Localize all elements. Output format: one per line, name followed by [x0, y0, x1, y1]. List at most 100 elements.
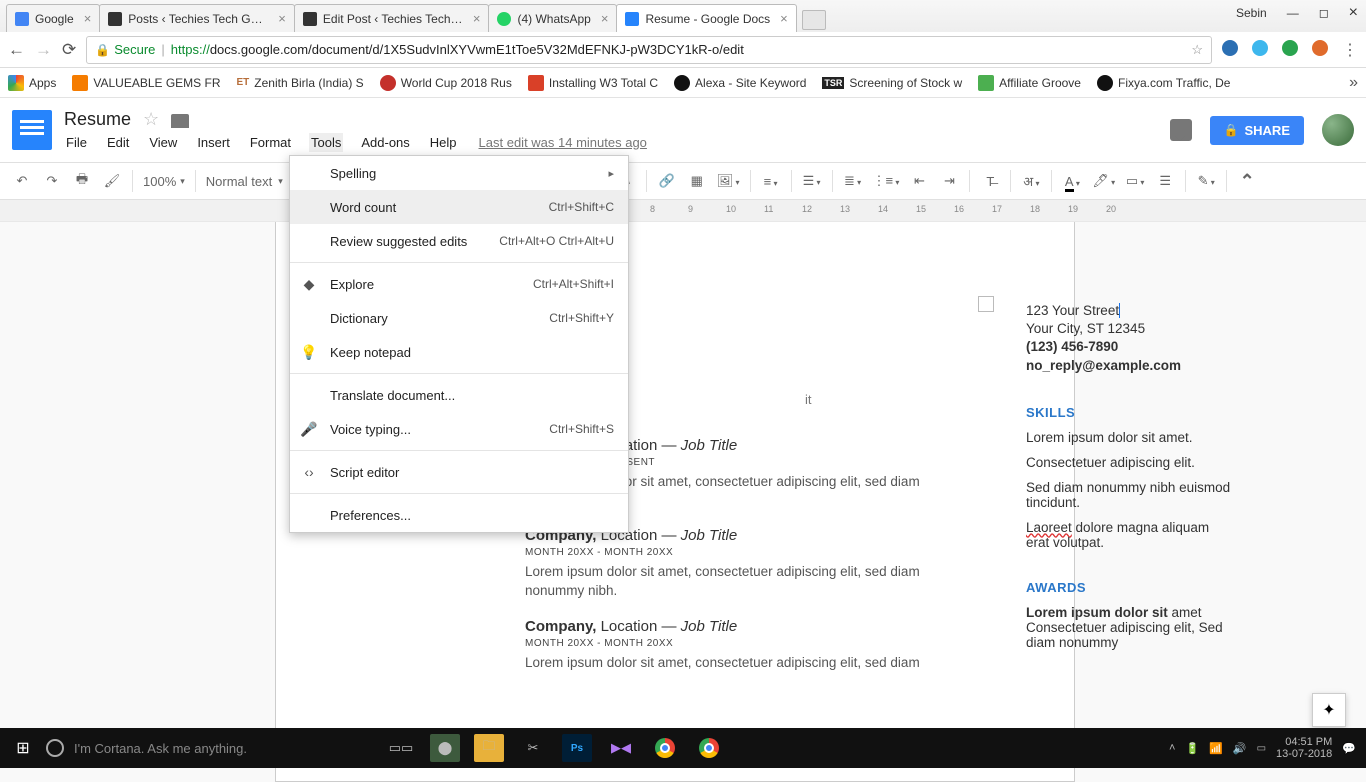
job-entry[interactable]: Company, Location — Job Title MONTH 20XX…	[525, 527, 955, 599]
share-button[interactable]: SHARE	[1210, 116, 1304, 145]
align-icon[interactable]: ≡	[761, 174, 781, 189]
menu-item-script-editor[interactable]: ‹›Script editor	[290, 455, 628, 489]
wifi-icon[interactable]: 📶	[1209, 742, 1223, 755]
menu-item-explore[interactable]: ◆ExploreCtrl+Alt+Shift+I	[290, 267, 628, 301]
bookmark-item[interactable]: Fixya.com Traffic, De	[1097, 75, 1230, 91]
star-icon[interactable]: ☆	[143, 109, 159, 130]
photoshop-icon[interactable]: Ps	[562, 734, 592, 762]
visual-studio-icon[interactable]: ▶◀	[606, 734, 636, 762]
extension-icon[interactable]	[1222, 40, 1238, 56]
bookmark-item[interactable]: Alexa - Site Keyword	[674, 75, 806, 91]
chrome-icon[interactable]	[650, 734, 680, 762]
clear-formatting-icon[interactable]: T̶	[980, 174, 1000, 189]
tab-whatsapp[interactable]: (4) WhatsApp×	[488, 4, 617, 32]
battery-icon[interactable]: 🔋	[1185, 742, 1199, 755]
menu-item-review-edits[interactable]: Review suggested editsCtrl+Alt+O Ctrl+Al…	[290, 224, 628, 258]
menu-tools[interactable]: Tools	[309, 133, 343, 152]
tray-overflow-icon[interactable]: ˄	[1169, 742, 1175, 754]
close-icon[interactable]: ×	[473, 11, 481, 26]
hide-menus-icon[interactable]: ⌃	[1237, 171, 1257, 192]
close-icon[interactable]: ×	[84, 11, 92, 26]
volume-icon[interactable]: 🔊	[1233, 742, 1247, 755]
paint-format-icon[interactable]: 🖌	[102, 173, 122, 189]
bookmark-item[interactable]: TSRScreening of Stock w	[822, 76, 962, 90]
menu-view[interactable]: View	[147, 133, 179, 152]
address-bar[interactable]: Secure | https://docs.google.com/documen…	[86, 36, 1212, 64]
chrome-canary-icon[interactable]	[694, 734, 724, 762]
tab-techies-posts[interactable]: Posts ‹ Techies Tech Guide×	[99, 4, 295, 32]
task-view-icon[interactable]: ▭▭	[386, 734, 416, 762]
document-canvas[interactable]: it Company, Location — Job Title MONTH 2…	[0, 222, 1366, 782]
spelling-error[interactable]: Laoreet	[1026, 520, 1072, 535]
menu-item-voice-typing[interactable]: 🎤Voice typing...Ctrl+Shift+S	[290, 412, 628, 446]
menu-insert[interactable]: Insert	[195, 133, 232, 152]
extension-icon[interactable]	[1252, 40, 1268, 56]
window-close-icon[interactable]: ×	[1349, 4, 1358, 22]
chrome-menu-icon[interactable]: ⋮	[1342, 40, 1358, 60]
insert-link-icon[interactable]: 🔗	[657, 173, 677, 189]
bookmark-item[interactable]: World Cup 2018 Rus	[380, 75, 512, 91]
resume-side-column[interactable]: 123 Your Street Your City, ST 12345 (123…	[1026, 302, 1236, 660]
section-style-dropdown-icon[interactable]	[978, 296, 994, 312]
input-tools-icon[interactable]: अ	[1021, 172, 1041, 190]
account-avatar[interactable]	[1322, 114, 1354, 146]
close-icon[interactable]: ×	[278, 11, 286, 26]
start-button[interactable]: ⊞	[0, 738, 46, 758]
extension-icon[interactable]	[1282, 40, 1298, 56]
app-icon[interactable]: ⬤	[430, 734, 460, 762]
bookmark-item[interactable]: VALUEABLE GEMS FR	[72, 75, 220, 91]
app-icon[interactable]: ✂	[518, 734, 548, 762]
new-tab-button[interactable]	[802, 10, 826, 30]
document-title[interactable]: Resume	[64, 109, 131, 130]
cortana-search[interactable]: I'm Cortana. Ask me anything.	[46, 739, 376, 757]
window-minimize-icon[interactable]: —	[1287, 6, 1299, 20]
menu-item-spelling[interactable]: Spelling▸	[290, 156, 628, 190]
job-entry[interactable]: Company, Location — Job Title MONTH 20XX…	[525, 618, 955, 672]
explore-fab-icon[interactable]: ✦	[1312, 693, 1346, 727]
language-indicator[interactable]: ▭	[1257, 743, 1266, 754]
bookmark-item[interactable]: Affiliate Groove	[978, 75, 1081, 91]
close-icon[interactable]: ×	[601, 11, 609, 26]
file-explorer-icon[interactable]: 🗀	[474, 734, 504, 762]
menu-format[interactable]: Format	[248, 133, 293, 152]
tab-resume-docs[interactable]: Resume - Google Docs×	[616, 4, 796, 32]
paragraph-style-select[interactable]: Normal text	[206, 174, 286, 189]
bookmark-item[interactable]: ETZenith Birla (India) S	[237, 76, 364, 90]
menu-edit[interactable]: Edit	[105, 133, 131, 152]
close-icon[interactable]: ×	[780, 11, 788, 26]
back-button[interactable]: ←	[8, 40, 25, 60]
comments-icon[interactable]	[1170, 119, 1192, 141]
menu-item-preferences[interactable]: Preferences...	[290, 498, 628, 532]
zoom-select[interactable]: 100%	[143, 174, 185, 189]
bookmark-item[interactable]: Installing W3 Total C	[528, 75, 658, 91]
insert-comment-icon[interactable]: ▦	[687, 173, 707, 189]
last-edit-link[interactable]: Last edit was 14 minutes ago	[479, 135, 647, 150]
apps-shortcut[interactable]: Apps	[8, 75, 56, 91]
tab-techies-edit[interactable]: Edit Post ‹ Techies Tech G×	[294, 4, 490, 32]
extension-save-icon[interactable]	[1312, 40, 1328, 56]
menu-item-dictionary[interactable]: DictionaryCtrl+Shift+Y	[290, 301, 628, 335]
border-style-icon[interactable]: ☰	[1155, 173, 1175, 189]
menu-item-word-count[interactable]: Word countCtrl+Shift+C	[290, 190, 628, 224]
menu-item-translate[interactable]: Translate document...	[290, 378, 628, 412]
menu-help[interactable]: Help	[428, 133, 459, 152]
tab-google[interactable]: Google×	[6, 4, 100, 32]
menu-addons[interactable]: Add-ons	[359, 133, 411, 152]
clock[interactable]: 04:51 PM13-07-2018	[1276, 736, 1332, 760]
text-color-icon[interactable]: 🖊	[1092, 173, 1115, 189]
numbered-list-icon[interactable]: ≣	[843, 173, 863, 189]
menu-item-keep-notepad[interactable]: 💡Keep notepad	[290, 335, 628, 369]
insert-image-icon[interactable]: 🖼	[717, 173, 740, 189]
chrome-profile-name[interactable]: Sebin	[1236, 6, 1267, 20]
editing-mode-icon[interactable]: ✎	[1196, 173, 1216, 189]
highlight-icon[interactable]: A	[1062, 174, 1082, 189]
menu-file[interactable]: File	[64, 133, 89, 152]
print-icon[interactable]: 🖶	[72, 170, 92, 192]
reload-button[interactable]: ⟳	[62, 40, 76, 60]
window-maximize-icon[interactable]: ◻	[1319, 6, 1329, 20]
redo-icon[interactable]: ↷	[42, 173, 62, 189]
bulleted-list-icon[interactable]: ⋮≡	[873, 173, 900, 189]
undo-icon[interactable]: ↶	[12, 173, 32, 189]
secure-indicator[interactable]: Secure	[95, 42, 155, 57]
move-folder-icon[interactable]	[171, 114, 189, 128]
